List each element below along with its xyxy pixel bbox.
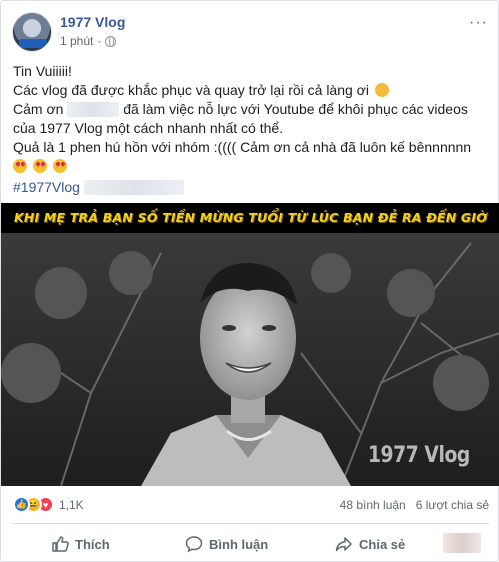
share-count-link[interactable]: 6 lượt chia sẻ [416,498,489,512]
reaction-count[interactable]: 1,1K [59,498,84,512]
page-name-link[interactable]: 1977 Vlog [60,14,125,30]
post-body: Tin Vuiiiii! Các vlog đã được khắc phục … [13,62,489,197]
reaction-summary[interactable]: 👍 😆 ♥ 1,1K [13,496,84,513]
thumbs-up-icon [52,536,69,552]
post-actions: Thích Bình luận Chia sẻ [13,527,489,561]
post-header: 1977 Vlog 1 phút · ··· [12,12,488,56]
engagement-stats: 👍 😆 ♥ 1,1K 48 bình luận 6 lượt chia sẻ [13,494,489,518]
comment-bubble-icon [185,536,203,553]
hashtag-line: #1977Vlog [13,178,489,197]
body-line: Quả là 1 phen hú hồn với nhóm :(((( Cảm … [13,139,472,155]
avatar-badge [19,39,47,48]
share-arrow-icon [335,537,352,552]
video-watermark: 1977 Vlog [368,443,470,468]
like-button[interactable]: Thích [51,527,110,561]
viewer-avatar-selector[interactable] [443,533,481,553]
caption-strip: KHI MẸ TRẢ BẠN SỐ TIỀN MỪNG TUỔI TỪ LÚC … [1,203,499,231]
like-reaction-icon: 👍 [13,496,30,513]
comment-count-link[interactable]: 48 bình luận [340,498,406,512]
body-line: Cảm ơn đã làm việc nỗ lực với Youtube để… [13,101,468,117]
post-timestamp[interactable]: 1 phút [60,34,93,48]
dot-separator: · [97,34,102,48]
facebook-post: 1977 Vlog 1 phút · ··· Tin Vuiiiii! Các … [0,0,499,562]
heart-eyes-emoji-icon [13,159,27,173]
body-line: của 1977 Vlog một cách nhanh nhất có thể… [13,120,284,136]
more-dots-icon[interactable]: ··· [469,14,488,32]
comment-label: Bình luận [209,536,269,552]
comment-share-counts: 48 bình luận 6 lượt chia sẻ [340,498,489,512]
emoji-row [13,157,489,176]
smiling-hearts-emoji-icon [374,83,389,97]
heart-eyes-emoji-icon [32,159,47,173]
image-caption: KHI MẸ TRẢ BẠN SỐ TIỀN MỪNG TUỔI TỪ LÚC … [13,209,488,225]
hashtag-link[interactable]: #1977Vlog [13,179,80,195]
body-line: Các vlog đã được khắc phục và quay trở l… [13,81,489,100]
redacted-hashtag [83,180,184,195]
share-button[interactable]: Chia sẻ [335,527,405,561]
comment-button[interactable]: Bình luận [185,527,268,561]
share-label: Chia sẻ [359,536,406,552]
like-label: Thích [75,536,110,552]
post-image[interactable]: KHI MẸ TRẢ BẠN SỐ TIỀN MỪNG TUỔI TỪ LÚC … [1,203,499,486]
actions-divider [13,523,489,524]
post-meta: 1 phút · [60,34,117,48]
redacted-name [67,102,120,117]
heart-eyes-emoji-icon [52,159,67,173]
body-line: Tin Vuiiiii! [13,63,72,79]
page-avatar[interactable] [12,12,52,52]
globe-icon[interactable] [105,35,117,47]
